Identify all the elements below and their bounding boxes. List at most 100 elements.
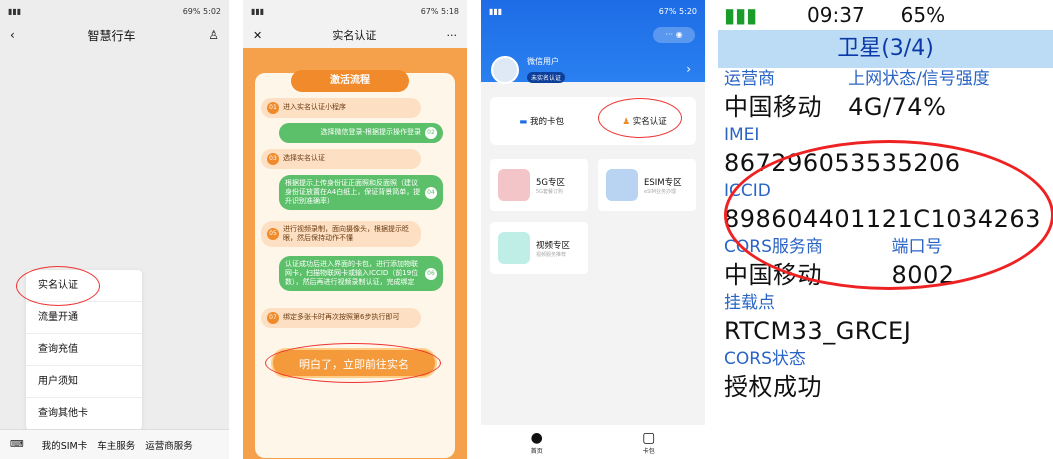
flow-banner: 激活流程	[291, 70, 409, 92]
cors-status-label: CORS状态	[724, 349, 806, 369]
profile-header: ▮▮▮ 67% 5:20 ··· ◉ 微信用户 未实名认证 ›	[481, 0, 705, 84]
tab-label: 首页	[530, 447, 543, 455]
bottom-menu-owner[interactable]: 车主服务	[97, 438, 135, 452]
step-text: 认证成功后进入界面的卡包，进行添加物联网卡，扫描物联网卡或输入ICCID（前19…	[285, 260, 419, 287]
clock: 5:02	[203, 6, 221, 16]
status-bar: ▮▮▮ 67% 5:20	[481, 0, 705, 22]
nav-bar: ✕ 实名认证 ···	[243, 22, 467, 48]
clock: 5:20	[679, 6, 697, 16]
step-text: 进入实名认证小程序	[283, 103, 346, 112]
step-text: 绑定多张卡时再次按照第6步执行即可	[283, 313, 400, 322]
step-number: 04	[425, 186, 437, 199]
highlight-circle	[265, 343, 441, 383]
more-icon[interactable]: ···	[447, 29, 458, 42]
phone-panel-1: ▮▮▮ 69% 5:02 ‹ 智慧行车 ♙ 实名认证 流量开通 查询充值 用户须知…	[0, 0, 229, 459]
tile-title: 视频专区	[536, 240, 571, 251]
tab-home[interactable]: ● 首页	[531, 430, 543, 455]
menu-item-notice[interactable]: 用户须知	[26, 366, 142, 398]
tab-label: 我的卡包	[529, 117, 564, 127]
tab-bar: ● 首页 ▢ 卡包	[481, 425, 705, 459]
capsule-menu[interactable]: ··· ◉	[653, 27, 695, 43]
step-number: 05	[267, 228, 279, 241]
bottom-menu-sim[interactable]: 我的SIM卡	[42, 438, 88, 452]
battery-level: 69%	[182, 6, 201, 16]
5g-icon	[498, 169, 530, 201]
status-bar: ▮▮▮ 09:37 65%	[718, 0, 1053, 30]
page-title: 卫星(3/4)	[718, 30, 1053, 68]
page-title: 实名认证	[332, 29, 377, 42]
tile-subtitle: 5G套餐订购	[536, 188, 564, 195]
step-7: 07 绑定多张卡时再次按照第6步执行即可	[261, 308, 421, 328]
clock: 09:37	[807, 3, 865, 27]
tile-subtitle: eSIM业务办理	[644, 188, 677, 195]
net-status-label: 上网状态/信号强度	[848, 69, 990, 89]
menu-item-data[interactable]: 流量开通	[26, 302, 142, 334]
step-number: 02	[425, 127, 437, 139]
step-number: 03	[267, 153, 279, 165]
device-screen: ▮▮▮ 09:37 65% 卫星(3/4) 运营商中国移动 上网状态/信号强度 4…	[718, 0, 1053, 459]
phone-panel-2: ▮▮▮ 67% 5:18 ✕ 实名认证 ··· 激活流程 01 进入实名认证小程序 …	[243, 0, 467, 459]
step-text: 进行视频录制，面向摄像头，根据提示眨眼，然后保持动作不懂	[283, 225, 409, 243]
nav-bar: ‹ 智慧行车 ♙	[0, 22, 229, 48]
step-text: 选择实名认证	[283, 154, 325, 163]
card-icon: ▢	[642, 429, 656, 446]
battery-level: 67%	[420, 6, 439, 16]
tile-video[interactable]: 视频专区 视频服务推荐	[490, 222, 588, 274]
phone-panel-3: ▮▮▮ 67% 5:20 ··· ◉ 微信用户 未实名认证 › ▬ 我的卡包 ♟ …	[481, 0, 705, 459]
signal-icon: ▮▮▮	[251, 6, 265, 16]
bottom-menu-operator[interactable]: 运营商服务	[145, 438, 193, 452]
step-number: 06	[425, 267, 437, 280]
highlight-circle	[16, 266, 100, 306]
highlight-circle	[598, 98, 682, 138]
back-icon[interactable]: ‹	[10, 28, 15, 42]
clock: 5:18	[441, 6, 459, 16]
tile-subtitle: 视频服务推荐	[536, 251, 567, 258]
step-3: 03 选择实名认证	[261, 149, 421, 169]
status-bar: ▮▮▮ 69% 5:02	[0, 0, 229, 22]
operator-value: 中国移动	[724, 93, 822, 121]
step-text: 选择微信登录-根据提示操作登录	[320, 128, 421, 137]
cors-status-value: 授权成功	[724, 373, 822, 401]
avatar[interactable]	[491, 56, 519, 84]
signal-icon: ▮▮▮	[8, 6, 22, 16]
step-4: 根据提示上传身份证正面照和反面照（建议身份证放置在A4白纸上，保证背景简单，提升…	[279, 175, 443, 211]
menu-item-recharge[interactable]: 查询充值	[26, 334, 142, 366]
mount-value: RTCM33_GRCEJ	[724, 317, 912, 345]
step-2: 选择微信登录-根据提示操作登录 02	[279, 123, 443, 143]
operator-row: 运营商中国移动 上网状态/信号强度 4G/74%	[718, 68, 1053, 124]
status-badge: 未实名认证	[527, 72, 566, 83]
esim-icon	[606, 169, 638, 201]
step-number: 07	[267, 312, 279, 324]
battery-level: 65%	[900, 3, 946, 27]
battery-level: 67%	[658, 6, 677, 16]
step-text: 根据提示上传身份证正面照和反面照（建议身份证放置在A4白纸上，保证背景简单，提升…	[285, 179, 421, 206]
signal-icon: ▮▮▮	[724, 3, 758, 27]
username: 微信用户	[527, 57, 559, 66]
tile-title: ESIM专区	[644, 177, 682, 188]
page-title: 智慧行车	[87, 28, 136, 43]
signal-icon: ▮▮▮	[489, 6, 503, 16]
net-status-value: 4G/74%	[848, 93, 947, 121]
tile-5g[interactable]: 5G专区 5G套餐订购	[490, 159, 588, 211]
step-5: 05 进行视频录制，面向摄像头，根据提示眨眼，然后保持动作不懂	[261, 221, 421, 248]
step-number: 01	[267, 102, 279, 114]
card-wallet-tab[interactable]: ▬ 我的卡包	[519, 115, 564, 127]
status-bar: ▮▮▮ 67% 5:18	[243, 0, 467, 22]
highlight-circle	[724, 140, 1053, 290]
home-icon: ●	[530, 429, 543, 446]
tab-wallet[interactable]: ▢ 卡包	[642, 430, 655, 455]
keyboard-icon[interactable]: ⌨	[10, 439, 24, 450]
close-icon[interactable]: ✕	[253, 29, 262, 42]
mount-label: 挂载点	[724, 293, 775, 313]
tile-title: 5G专区	[536, 177, 565, 188]
bottom-menu-bar: ⌨ 我的SIM卡 车主服务 运营商服务	[0, 429, 229, 459]
operator-label: 运营商	[724, 69, 775, 89]
step-1: 01 进入实名认证小程序	[261, 98, 421, 118]
tab-label: 卡包	[642, 447, 655, 455]
tile-esim[interactable]: ESIM专区 eSIM业务办理	[598, 159, 696, 211]
chevron-right-icon[interactable]: ›	[686, 62, 691, 76]
profile-icon[interactable]: ♙	[208, 28, 219, 42]
wallet-icon: ▬	[519, 117, 528, 127]
step-6: 认证成功后进入界面的卡包，进行添加物联网卡，扫描物联网卡或输入ICCID（前19…	[279, 256, 443, 292]
menu-item-other-card[interactable]: 查询其他卡	[26, 398, 142, 430]
